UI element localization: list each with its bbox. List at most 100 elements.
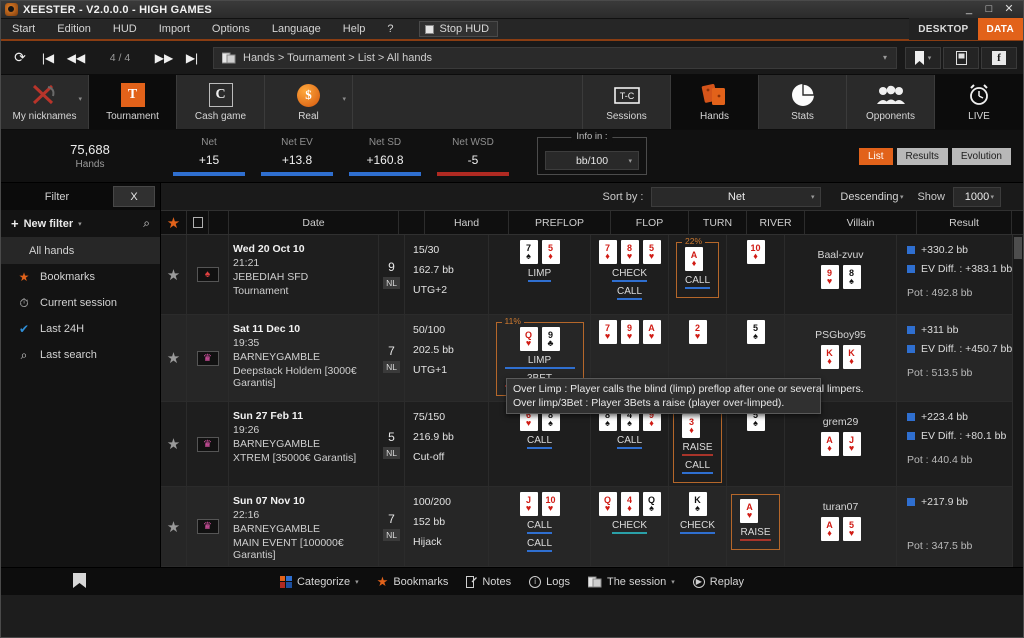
menu-question[interactable]: ? [376, 18, 404, 40]
th-date[interactable]: Date [229, 211, 399, 234]
row-flop-cell[interactable]: 7 ♦ 8 ♥ 5 ♥ CHECK CALL [591, 235, 669, 314]
data-button[interactable]: DATA [977, 18, 1023, 40]
view-list-button[interactable]: List [858, 147, 893, 165]
th-hand[interactable]: Hand [425, 211, 509, 234]
sidebar-item-bookmarks[interactable]: ★ Bookmarks [1, 264, 160, 290]
table-row[interactable]: ★ ♠ Wed 20 Oct 10 21:21 JEBEDIAH SFD Tou… [161, 235, 1023, 315]
sidebar-item-last-search[interactable]: ⌕ Last search [1, 342, 160, 368]
chevron-down-icon[interactable]: ▾ [78, 95, 82, 103]
chevron-down-icon[interactable]: ▾ [342, 95, 346, 103]
scrollbar-thumb[interactable] [1014, 237, 1022, 259]
hands-table-body[interactable]: ★ ♠ Wed 20 Oct 10 21:21 JEBEDIAH SFD Tou… [161, 235, 1023, 567]
row-flop-cell[interactable]: Q ♥ 4 ♦ Q ♠ CHECK [591, 487, 669, 566]
table-scrollbar[interactable] [1012, 235, 1023, 567]
export-button[interactable] [943, 46, 979, 69]
row-preflop-cell[interactable]: 6 ♥ 8 ♠ CALL [489, 402, 591, 486]
chevron-down-icon[interactable]: ▾ [355, 578, 359, 586]
row-turn-cell[interactable]: 3 ♦ RAISE CALL [669, 402, 727, 486]
menu-start[interactable]: Start [1, 18, 46, 40]
stop-hud-checkbox-icon[interactable] [424, 24, 434, 34]
filter-sidebar: Filter X + New filter ▾ ⌕ All hands ★ Bo… [1, 183, 161, 567]
row-preflop-cell[interactable]: 7 ♠ 5 ♦ LIMP [489, 235, 591, 314]
tab-cash-game[interactable]: C Cash game [177, 75, 265, 129]
bookmark-dropdown-button[interactable]: ▾ [905, 46, 941, 69]
menu-help[interactable]: Help [332, 18, 377, 40]
th-star[interactable]: ★ [161, 211, 187, 234]
close-icon[interactable]: ✕ [1002, 3, 1016, 16]
th-villain[interactable]: Villain [805, 211, 917, 234]
filter-close-button[interactable]: X [113, 186, 155, 207]
notes-button[interactable]: Notes [466, 575, 511, 588]
menu-import[interactable]: Import [148, 18, 201, 40]
tab-real[interactable]: $ Real ▾ [265, 75, 353, 129]
th-result[interactable]: Result [917, 211, 1012, 234]
row-villain-cell[interactable]: grem29 A ♦ J ♥ [785, 402, 897, 486]
menu-edition[interactable]: Edition [46, 18, 102, 40]
row-bookmark-star-icon[interactable]: ★ [161, 487, 187, 566]
the-session-button[interactable]: The session ▾ [587, 576, 675, 588]
bookmarks-button[interactable]: ★ Bookmarks [377, 574, 449, 590]
sidebar-item-current-session[interactable]: ⏱ Current session [1, 290, 160, 316]
tab-stats[interactable]: Stats [759, 75, 847, 129]
refresh-icon[interactable]: ⟳ [7, 45, 33, 71]
maximize-icon[interactable]: □ [982, 3, 996, 16]
tab-sessions[interactable]: T-C Sessions [583, 75, 671, 129]
menu-hud[interactable]: HUD [102, 18, 148, 40]
tab-hands[interactable]: Hands [671, 75, 759, 129]
tab-opponents[interactable]: Opponents [847, 75, 935, 129]
minimize-icon[interactable]: _ [962, 3, 976, 16]
first-page-icon[interactable]: |◀ [35, 45, 61, 71]
row-bookmark-star-icon[interactable]: ★ [161, 402, 187, 486]
search-icon[interactable]: ⌕ [143, 216, 150, 231]
show-count-select[interactable]: 1000 ▾ [953, 186, 1001, 207]
chevron-down-icon[interactable]: ▾ [883, 53, 887, 62]
sort-field-select[interactable]: Net ▾ [651, 186, 822, 207]
window-controls: _ □ ✕ [962, 3, 1019, 16]
th-turn[interactable]: TURN [689, 211, 747, 234]
sidebar-item-all-hands[interactable]: All hands [1, 238, 160, 264]
new-filter-row[interactable]: + New filter ▾ ⌕ [1, 210, 160, 238]
logs-button[interactable]: i Logs [529, 575, 570, 588]
bookmark-status-icon[interactable] [73, 572, 86, 591]
table-row[interactable]: ★ ♛ Sun 27 Feb 11 19:26 BARNEYGAMBLE XTR… [161, 402, 1023, 487]
row-river-cell[interactable]: 5 ♠ [727, 402, 785, 486]
th-river[interactable]: RIVER [747, 211, 805, 234]
row-preflop-cell[interactable]: J ♥ 10 ♥ CALL CALL [489, 487, 591, 566]
row-villain-cell[interactable]: turan07 A ♦ 5 ♥ [785, 487, 897, 566]
chevron-down-icon[interactable]: ▾ [928, 54, 932, 62]
tab-tournament[interactable]: T Tournament [89, 75, 177, 129]
row-flop-cell[interactable]: 8 ♠ 4 ♠ 9 ♦ CALL [591, 402, 669, 486]
tab-live[interactable]: LIVE [935, 75, 1023, 129]
last-page-icon[interactable]: ▶| [179, 45, 205, 71]
table-row[interactable]: ★ ♛ Sun 07 Nov 10 22:16 BARNEYGAMBLE MAI… [161, 487, 1023, 567]
view-evolution-button[interactable]: Evolution [951, 147, 1011, 165]
row-river-cell[interactable]: A ♥ RAISE [727, 487, 785, 566]
chevron-down-icon[interactable]: ▾ [78, 220, 82, 228]
row-turn-cell[interactable]: 22% A ♦ CALL [669, 235, 727, 314]
previous-page-icon[interactable]: ◀◀ [63, 45, 89, 71]
chevron-down-icon[interactable]: ▾ [671, 578, 675, 586]
th-flop[interactable]: FLOP [611, 211, 689, 234]
result-net: +330.2 bb [921, 244, 969, 256]
th-site[interactable] [187, 211, 209, 234]
th-preflop[interactable]: PREFLOP [509, 211, 611, 234]
row-villain-cell[interactable]: Baal-zvuv 9 ♥ 8 ♠ [785, 235, 897, 314]
sidebar-item-last-24h[interactable]: ✔ Last 24H [1, 316, 160, 342]
categorize-button[interactable]: Categorize ▾ [279, 575, 359, 588]
menu-options[interactable]: Options [201, 18, 261, 40]
row-turn-cell[interactable]: K ♠ CHECK [669, 487, 727, 566]
replay-button[interactable]: ▶ Replay [692, 575, 744, 588]
info-in-select[interactable]: bb/100 ▾ [545, 151, 639, 170]
stop-hud-button[interactable]: Stop HUD [418, 21, 499, 37]
row-river-cell[interactable]: 10 ♦ [727, 235, 785, 314]
desktop-button[interactable]: DESKTOP [909, 18, 978, 40]
facebook-button[interactable]: f [981, 46, 1017, 69]
next-page-icon[interactable]: ▶▶ [151, 45, 177, 71]
breadcrumb[interactable]: Hands > Tournament > List > All hands ▾ [213, 46, 897, 69]
row-bookmark-star-icon[interactable]: ★ [161, 235, 187, 314]
sort-order-select[interactable]: Descending ▾ [829, 187, 909, 207]
row-bookmark-star-icon[interactable]: ★ [161, 315, 187, 401]
view-results-button[interactable]: Results [896, 147, 948, 165]
tab-my-nicknames[interactable]: My nicknames ▾ [1, 75, 89, 129]
menu-language[interactable]: Language [261, 18, 332, 40]
